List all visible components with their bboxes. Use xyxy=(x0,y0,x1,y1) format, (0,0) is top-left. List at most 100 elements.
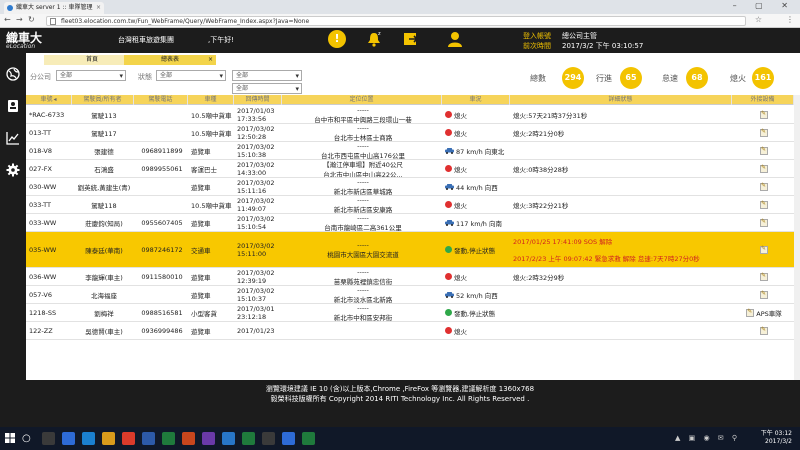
company-filter-select[interactable]: 全部 xyxy=(56,70,126,81)
edit-device-icon[interactable] xyxy=(760,128,768,137)
cell-driver: 張建德 xyxy=(94,147,114,156)
cell-location-poi: ----- xyxy=(357,286,369,294)
system-tray[interactable]: ▲ ▣ ◉ ✉ ⚲ xyxy=(675,434,740,442)
table-row[interactable]: *RAC-6733 駕駛113 10.5噸中貨車 2017/01/03 17:33:56… xyxy=(26,106,800,124)
onenote-icon[interactable] xyxy=(202,432,215,445)
close-tab-icon[interactable]: × xyxy=(96,2,101,14)
window-controls[interactable]: – ▢ ✕ xyxy=(733,1,796,10)
col-time[interactable]: 回傳時間 xyxy=(234,95,282,105)
col-detail[interactable]: 詳細狀態 xyxy=(510,95,732,105)
col-plate[interactable]: 車號 xyxy=(26,95,72,105)
table-row[interactable]: 035-WW 陳泰廷(華南) 0987246172 交通車 2017/03/02 15:1… xyxy=(26,232,800,268)
table-row[interactable]: 027-FX 石鴻盛 0989955061 客運巴士 2017/03/02 14:33:0… xyxy=(26,160,800,178)
browser-tab[interactable]: 織車大 server 1 :: 車隊管理 × xyxy=(4,2,104,14)
contacts-icon[interactable] xyxy=(6,99,20,113)
table-row[interactable]: 030-WW 劉英統,黃建生(青) 遊覽車 2017/03/02 15:11:16 ---… xyxy=(26,178,800,196)
stat-total-badge[interactable]: 294 xyxy=(562,67,584,89)
globe-icon[interactable] xyxy=(6,67,20,81)
greeting-text: ,下午好! xyxy=(208,36,235,44)
vehicle-filter-select[interactable]: 全部 xyxy=(232,70,302,81)
explorer-icon[interactable] xyxy=(102,432,115,445)
cmd-icon[interactable] xyxy=(262,432,275,445)
chart-icon[interactable] xyxy=(6,131,20,145)
cell-type: 遊覽車 xyxy=(191,291,211,300)
project-icon[interactable] xyxy=(242,432,255,445)
edit-device-icon[interactable] xyxy=(760,200,768,209)
cell-location-address: 新北市新店區安康路 xyxy=(333,205,393,214)
cell-time: 2017/03/02 12:39:19 xyxy=(237,268,281,285)
back-icon[interactable]: ← xyxy=(4,15,11,24)
windows-start-icon[interactable] xyxy=(5,433,15,443)
last-time-value: 2017/3/2 下午 03:10:57 xyxy=(562,42,644,50)
table-row[interactable]: 1218-SS 劉梅祥 0988516581 小型客貨 2017/03/01 23:12:… xyxy=(26,304,800,322)
table-row[interactable]: 036-WW 李龍輝(車主) 0911580010 遊覽車 2017/03/02 12:3… xyxy=(26,268,800,286)
url-input[interactable]: fleet03.elocation.com.tw/Fun_WebFrame/Qu… xyxy=(46,16,746,26)
edit-device-icon[interactable] xyxy=(760,146,768,155)
vertical-scrollbar[interactable] xyxy=(794,95,800,405)
word-icon[interactable] xyxy=(142,432,155,445)
edit-device-icon[interactable] xyxy=(760,110,768,119)
close-tab-icon[interactable]: × xyxy=(208,55,213,65)
col-location[interactable]: 定位位置 xyxy=(282,95,442,105)
taskbar-clock[interactable]: 下午 03:12 2017/3/2 xyxy=(761,430,792,446)
cell-location-poi: ----- xyxy=(357,268,369,276)
tab-title: 織車大 server 1 :: 車隊管理 xyxy=(16,4,93,11)
browser-menu-icon[interactable]: ⋮ xyxy=(786,15,794,24)
cell-plate: 033-TT xyxy=(29,200,51,209)
table-row[interactable]: 057-V6 北海福座 遊覽車 2017/03/02 15:10:37 ----- 新北市淡… xyxy=(26,286,800,304)
table-row[interactable]: 013-TT 駕駛117 10.5噸中貨車 2017/03/02 12:50:28 ---… xyxy=(26,124,800,142)
bell-icon[interactable]: z xyxy=(365,30,383,48)
edit-device-icon[interactable] xyxy=(760,290,768,299)
stat-off-badge[interactable]: 161 xyxy=(752,67,774,89)
cell-detail: 熄火:57天21時37分31秒 xyxy=(513,106,731,123)
powerpoint-icon[interactable] xyxy=(182,432,195,445)
cell-status: 發動,停止狀態 xyxy=(445,304,509,321)
edit-device-icon[interactable] xyxy=(760,326,768,335)
edit-device-icon[interactable] xyxy=(746,308,755,317)
table-row[interactable]: 033-TT 駕駛118 10.5噸中貨車 2017/03/02 11:49:07 ---… xyxy=(26,196,800,214)
col-vehicle-type[interactable]: 車種 xyxy=(188,95,234,105)
status-filter-select[interactable]: 全部 xyxy=(156,70,226,81)
table-row[interactable]: 018-V8 張建德 0968911899 遊覽車 2017/03/02 15:10:38… xyxy=(26,142,800,160)
line-icon[interactable] xyxy=(302,432,315,445)
cell-alarm-sos[interactable]: 2017/01/25 17:41:09 SOS 解除 xyxy=(513,236,731,246)
cell-time: 2017/03/02 15:10:38 xyxy=(237,142,281,159)
edit-device-icon[interactable] xyxy=(760,245,768,254)
ie-icon[interactable] xyxy=(62,432,75,445)
col-status[interactable]: 車況 xyxy=(442,95,510,105)
stat-idle-badge[interactable]: 68 xyxy=(686,67,708,89)
cell-type: 小型客貨 xyxy=(191,309,217,318)
edge-icon[interactable] xyxy=(82,432,95,445)
table-row[interactable]: 122-ZZ 吳德賢(車主) 0936999486 遊覽車 2017/01/23 熄火 xyxy=(26,322,800,340)
edit-device-icon[interactable] xyxy=(760,272,768,281)
bookmark-star-icon[interactable]: ☆ xyxy=(755,15,762,24)
reload-icon[interactable]: ↻ xyxy=(28,15,35,24)
forward-icon[interactable]: → xyxy=(16,15,23,24)
edit-device-icon[interactable] xyxy=(760,164,768,173)
outlook-icon[interactable] xyxy=(222,432,235,445)
edit-device-icon[interactable] xyxy=(760,182,768,191)
cell-phone xyxy=(137,286,187,303)
alert-icon[interactable]: ! xyxy=(328,30,346,48)
cell-time: 2017/03/02 15:11:16 xyxy=(237,178,281,195)
exit-icon[interactable] xyxy=(402,30,420,48)
excel-icon[interactable] xyxy=(162,432,175,445)
cell-type: 10.5噸中貨車 xyxy=(191,129,232,138)
task-view-icon[interactable] xyxy=(42,432,55,445)
second-filter-select[interactable]: 全部 xyxy=(232,83,302,94)
tab-summary[interactable]: 總表表 × xyxy=(124,55,216,65)
table-row[interactable]: 033-WW 莊慶鈞(知局) 0955607405 遊覽車 2017/03/02 15:1… xyxy=(26,214,800,232)
app-icon[interactable] xyxy=(282,432,295,445)
cell-clock: 14:33:00 xyxy=(237,168,267,177)
user-icon[interactable] xyxy=(446,30,464,48)
gear-icon[interactable] xyxy=(6,163,20,177)
chrome-icon[interactable] xyxy=(122,432,135,445)
col-driver[interactable]: 駕駛員/所有者 xyxy=(72,95,134,105)
stat-moving-badge[interactable]: 65 xyxy=(620,67,642,89)
cell-detail xyxy=(513,142,731,159)
search-icon[interactable]: ○ xyxy=(22,433,31,444)
col-device[interactable]: 外接設備 xyxy=(732,95,794,105)
cell-alarm-emergency[interactable]: 2017/2/23 上午 09:07:42 緊急求救 解除 怠速:7天7時27分… xyxy=(513,253,731,263)
col-phone[interactable]: 駕駛電話 xyxy=(134,95,188,105)
edit-device-icon[interactable] xyxy=(760,218,768,227)
